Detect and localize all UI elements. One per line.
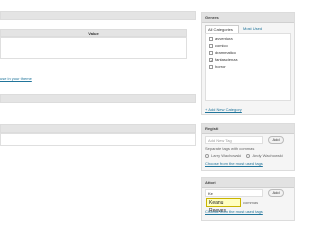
attori-title[interactable]: Attori xyxy=(202,178,294,188)
category-list: avventura comico drammatico ✓ fantascien… xyxy=(205,33,291,101)
registi-tag-list: Larry Wachowski Andy Wachowski xyxy=(205,153,293,159)
section-bar-3 xyxy=(0,124,196,133)
category-label: fantascienza xyxy=(215,57,238,62)
category-item[interactable]: ✓ fantascienza xyxy=(209,56,290,63)
registi-title[interactable]: Registi xyxy=(202,124,294,134)
attori-add-button[interactable]: Add xyxy=(268,189,284,197)
custom-fields-header: Value xyxy=(0,29,187,37)
category-item[interactable]: drammatico xyxy=(209,49,290,56)
category-checkbox-checked[interactable]: ✓ xyxy=(209,57,213,62)
value-column-header: Value xyxy=(88,31,99,36)
add-new-category-link[interactable]: + Add New Category xyxy=(205,107,285,113)
category-label: comico xyxy=(215,43,228,48)
registi-tag: Larry Wachowski xyxy=(205,153,241,158)
category-checkbox[interactable] xyxy=(209,36,213,41)
remove-tag-icon[interactable] xyxy=(246,153,251,158)
remove-tag-icon[interactable] xyxy=(205,153,209,158)
attori-separate-note: commas xyxy=(243,200,259,205)
attori-choose-link[interactable]: Choose from the most used tags xyxy=(205,209,289,215)
registi-tag-label: Andy Wachowski xyxy=(252,153,283,158)
attori-tag-input[interactable]: Ke xyxy=(205,189,263,197)
registi-tag: Andy Wachowski xyxy=(246,153,283,158)
registi-choose-link[interactable]: Choose from the most used tags xyxy=(205,161,289,167)
section-body-3 xyxy=(0,133,196,146)
registi-add-button[interactable]: Add xyxy=(268,136,284,144)
use-in-theme-link[interactable]: use in your theme xyxy=(0,76,80,82)
registi-tag-input[interactable]: Add New Tag xyxy=(205,136,263,144)
category-checkbox[interactable] xyxy=(209,50,213,55)
genres-title[interactable]: Genres xyxy=(202,13,294,23)
category-label: drammatico xyxy=(215,50,236,55)
top-bar xyxy=(0,11,196,20)
category-item[interactable]: avventura xyxy=(209,35,290,42)
tab-all-categories[interactable]: All Categories xyxy=(205,25,239,33)
registi-separate-note: Separate tags with commas xyxy=(205,146,255,151)
category-label: avventura xyxy=(215,36,233,41)
registi-tag-label: Larry Wachowski xyxy=(211,153,242,158)
category-item[interactable]: horror xyxy=(209,63,290,70)
autocomplete-suggestion[interactable]: Keanu Reeves xyxy=(206,198,241,214)
category-checkbox[interactable] xyxy=(209,43,213,48)
section-bar-2 xyxy=(0,94,196,103)
category-item[interactable]: comico xyxy=(209,42,290,49)
category-checkbox[interactable] xyxy=(209,64,213,69)
tab-most-used[interactable]: Most Used xyxy=(240,25,270,33)
custom-fields-body xyxy=(0,37,187,59)
category-label: horror xyxy=(215,64,226,69)
